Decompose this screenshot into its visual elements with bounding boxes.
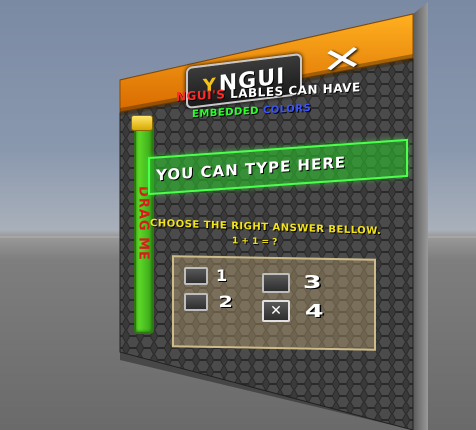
answer-checkbox-3[interactable] [262,272,290,293]
answer-label-1: 1 [216,266,228,285]
answer-label-4: 4 [304,300,324,322]
answer-option-4[interactable]: ✕ 4 [262,300,324,322]
panel-side-edge [413,2,428,430]
answer-checkbox-2[interactable] [184,292,208,311]
ui-panel: Y NGUI ✕ NGUI'S LABLES CAN HAVE EMBEDDED… [0,0,476,430]
close-icon[interactable]: ✕ [321,37,364,83]
type-here-input-value: YOU CAN TYPE HERE [156,153,347,185]
answer-checkbox-4[interactable]: ✕ [262,300,290,322]
ngui-red-word: NGUI'S [176,87,226,104]
drag-knob[interactable] [131,115,153,131]
answer-option-2[interactable]: 2 [184,292,233,311]
quiz-equation: 1 + 1 = ? [232,236,278,248]
game-scene: Y NGUI ✕ NGUI'S LABLES CAN HAVE EMBEDDED… [0,0,476,430]
answer-checkbox-1[interactable] [184,266,208,285]
answer-label-3: 3 [302,272,322,293]
answer-label-2: 2 [218,292,233,311]
answer-option-3[interactable]: 3 [262,272,322,293]
answer-option-1[interactable]: 1 [184,266,227,285]
